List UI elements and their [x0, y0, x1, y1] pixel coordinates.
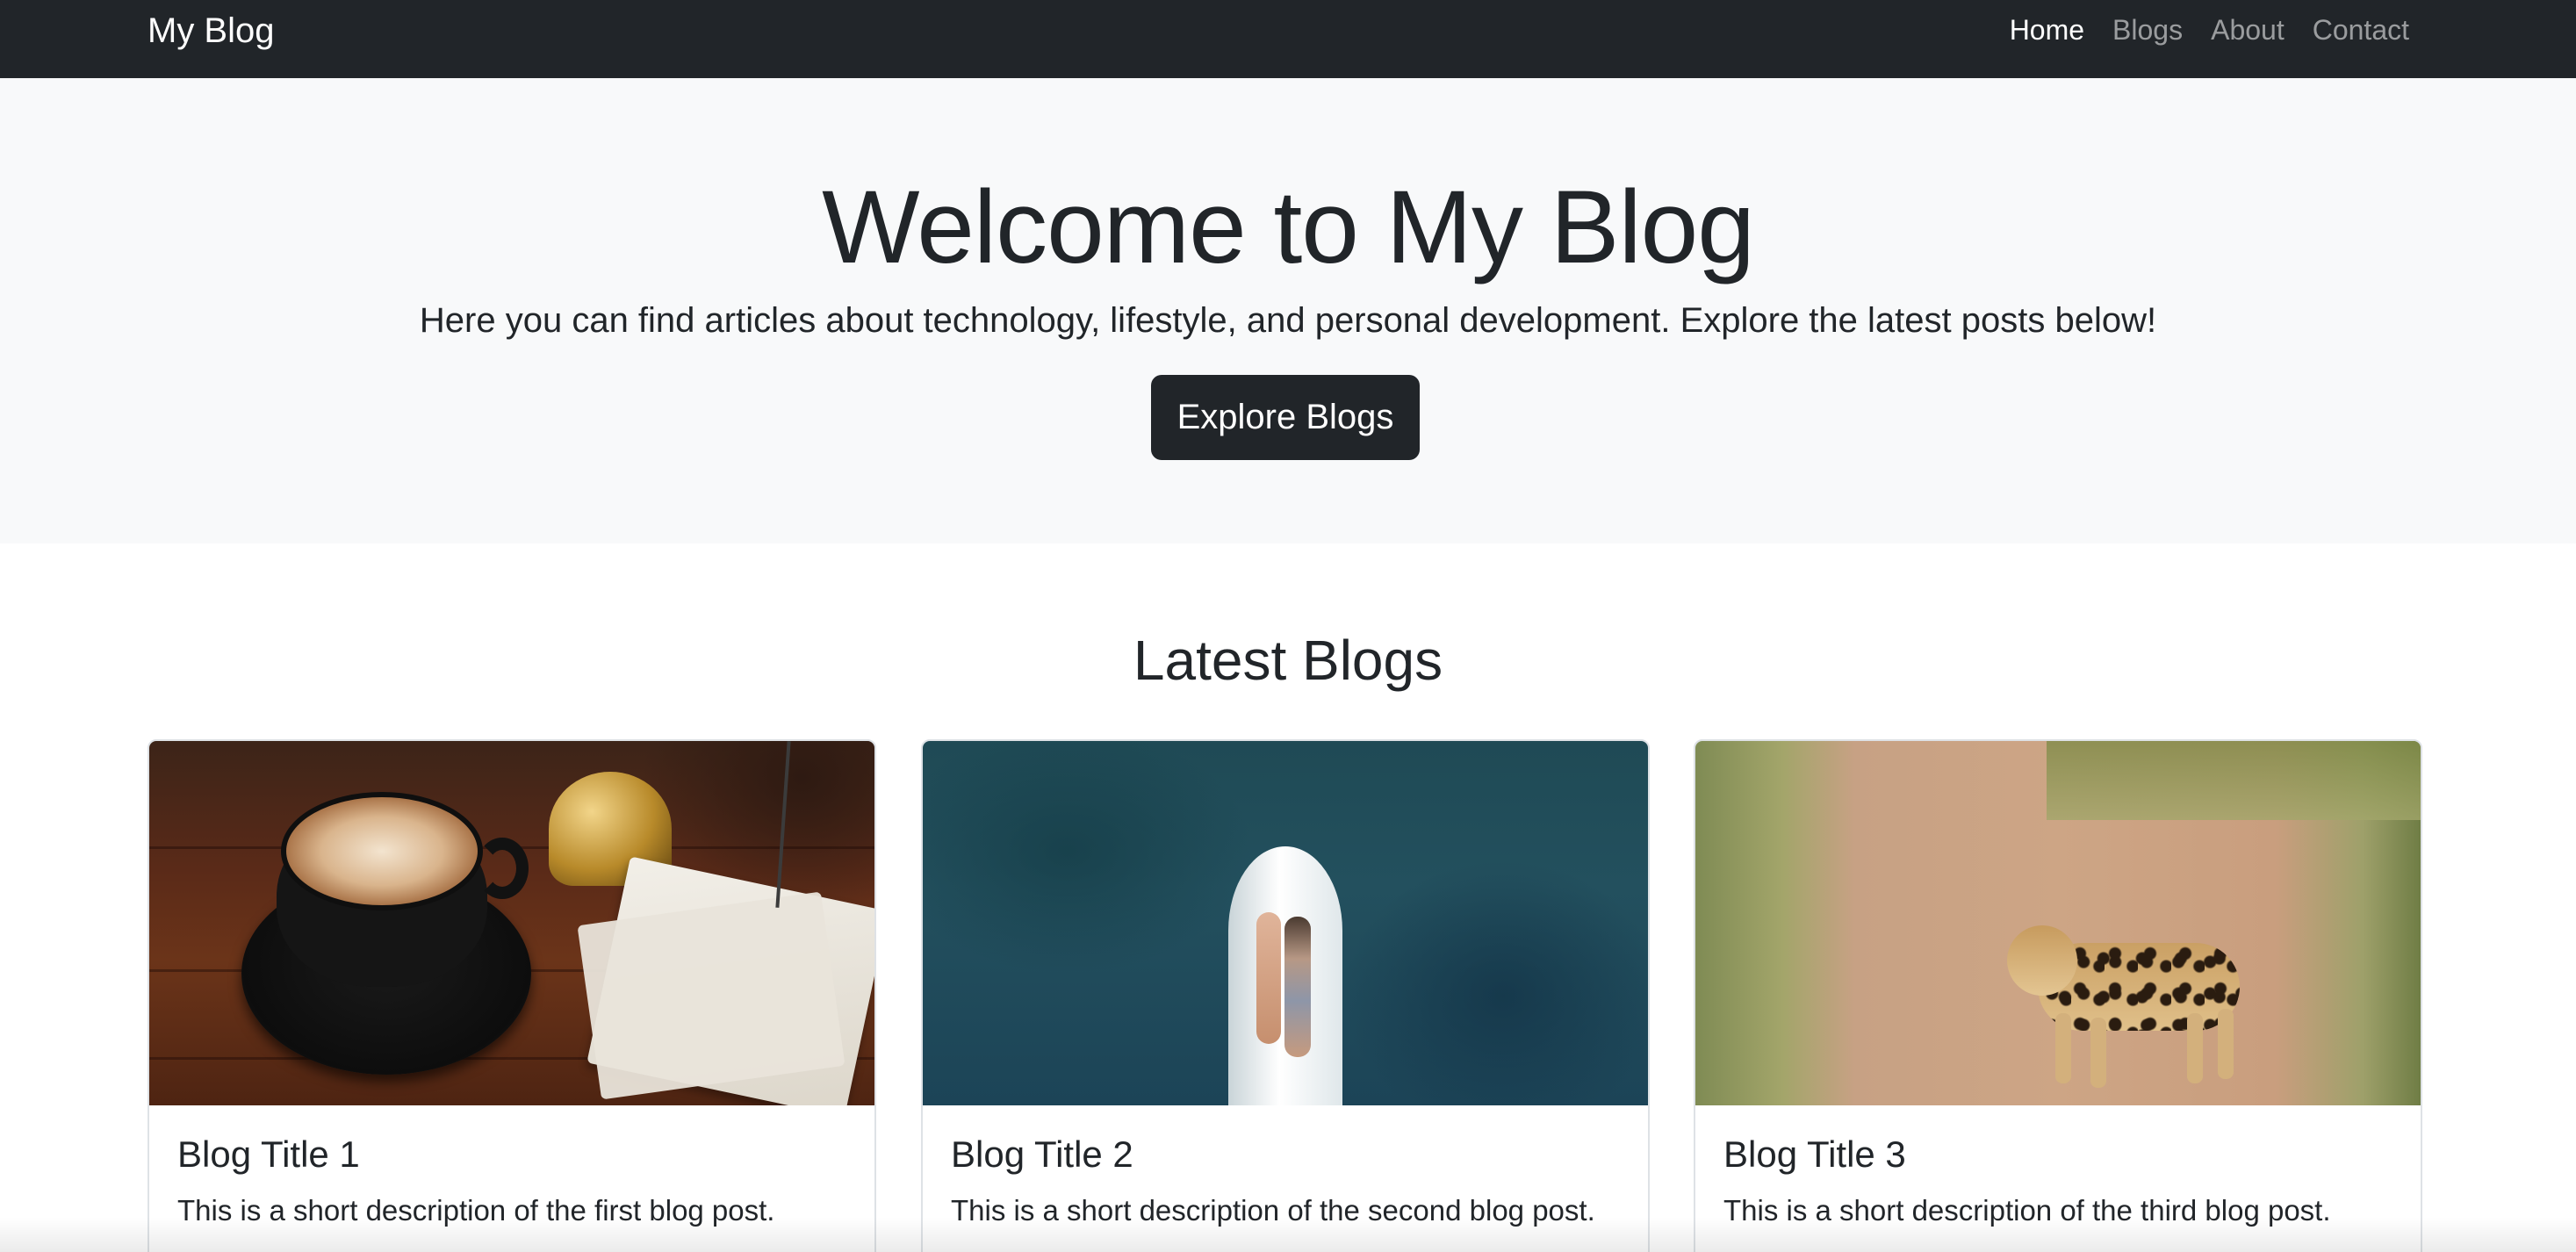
explore-blogs-button[interactable]: Explore Blogs	[1151, 375, 1420, 460]
blog-card-image-leopard	[1695, 741, 2421, 1105]
blog-card-text: This is a short description of the third…	[1723, 1194, 2331, 1227]
blog-card-body: Blog Title 2 This is a short description…	[923, 1105, 1648, 1252]
blog-card-text: This is a short description of the secon…	[951, 1194, 1595, 1227]
blog-card-image-coffee	[149, 741, 874, 1105]
hero-section: Welcome to My Blog Here you can find art…	[0, 78, 2576, 543]
top-navbar: My Blog Home Blogs About Contact	[0, 0, 2576, 78]
nav-link-contact[interactable]: Contact	[2313, 12, 2409, 47]
blog-card-title[interactable]: Blog Title 3	[1723, 1132, 2393, 1177]
blog-card-text: This is a short description of the first…	[177, 1194, 775, 1227]
blog-card-1[interactable]: Blog Title 1 This is a short description…	[148, 739, 876, 1252]
blog-card-image-boat	[923, 741, 1648, 1105]
blog-card-2[interactable]: Blog Title 2 This is a short description…	[921, 739, 1650, 1252]
blog-card-body: Blog Title 3 This is a short description…	[1695, 1105, 2421, 1252]
blog-card-title[interactable]: Blog Title 2	[951, 1132, 1620, 1177]
hero-title: Welcome to My Blog	[822, 169, 1755, 285]
blog-card-3[interactable]: Blog Title 3 This is a short description…	[1694, 739, 2422, 1252]
latest-blogs-heading: Latest Blogs	[1133, 629, 1443, 692]
nav-link-blogs[interactable]: Blogs	[2112, 12, 2183, 47]
hero-subtitle: Here you can find articles about technol…	[419, 301, 2157, 340]
blog-card-body: Blog Title 1 This is a short description…	[149, 1105, 874, 1252]
nav-link-about[interactable]: About	[2211, 12, 2285, 47]
brand-logo-link[interactable]: My Blog	[148, 11, 275, 51]
page: My Blog Home Blogs About Contact Welcome…	[0, 0, 2576, 1252]
nav-link-home[interactable]: Home	[2010, 12, 2084, 47]
nav-links: Home Blogs About Contact	[2010, 12, 2409, 47]
blog-card-title[interactable]: Blog Title 1	[177, 1132, 846, 1177]
